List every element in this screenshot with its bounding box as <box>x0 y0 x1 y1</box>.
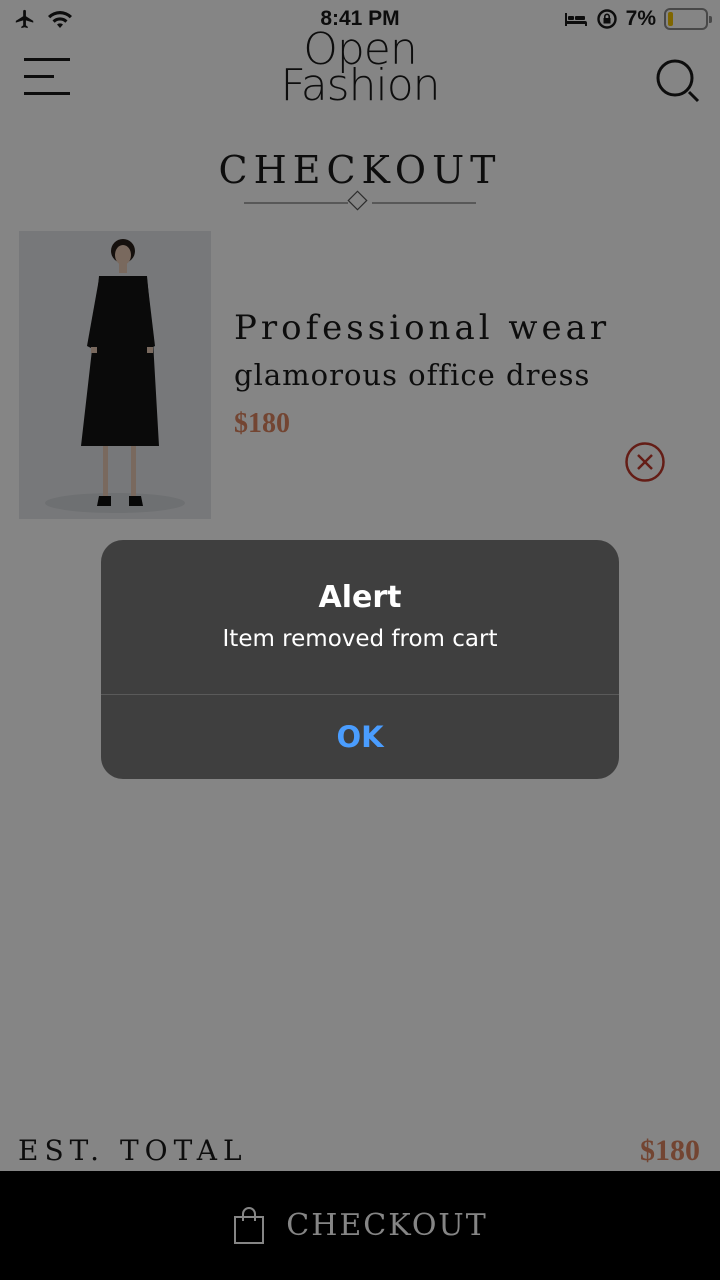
alert-ok-button[interactable]: OK <box>101 695 619 779</box>
alert-title: Alert <box>318 580 402 615</box>
alert-message: Item removed from cart <box>222 626 498 652</box>
alert-dialog: Alert Item removed from cart OK <box>101 540 619 779</box>
